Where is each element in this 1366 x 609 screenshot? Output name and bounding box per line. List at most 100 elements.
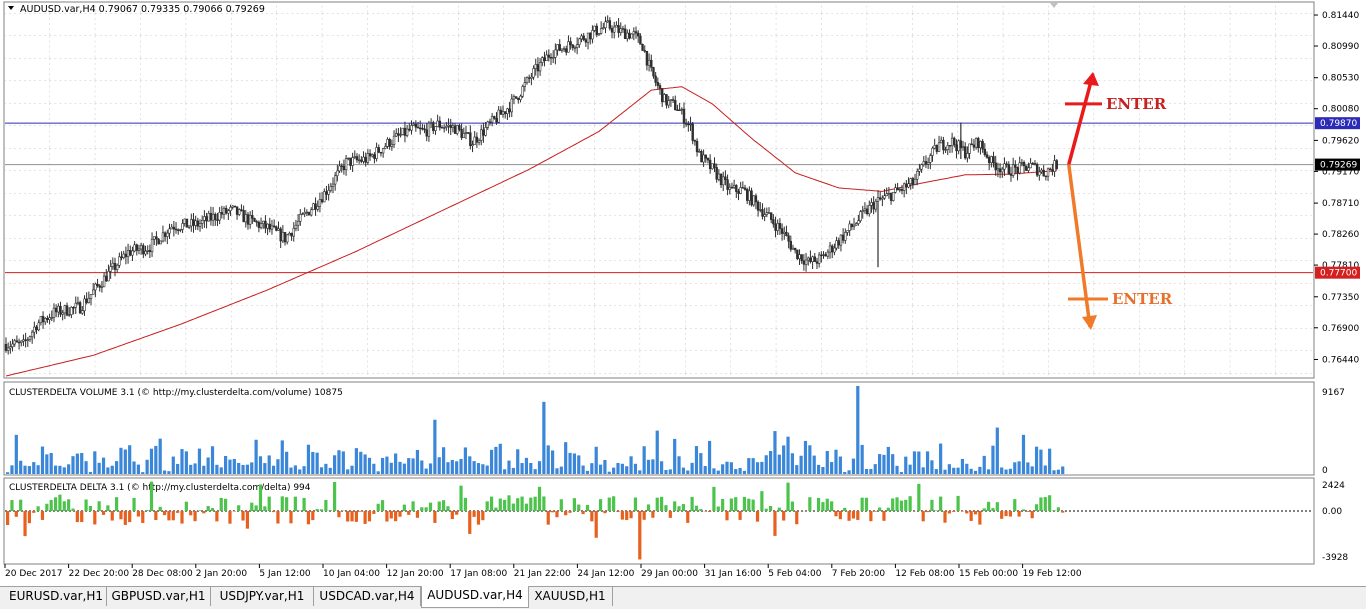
volume-bar	[747, 458, 750, 474]
volume-bar	[141, 472, 144, 474]
time-tick-label: 2 Jan 20:00	[196, 569, 248, 579]
delta-bar	[673, 501, 676, 511]
tab-xauusd-h1[interactable]: XAUUSD,H1	[528, 587, 613, 606]
volume-bar	[342, 451, 345, 474]
tab-eurusd-var-h1[interactable]: EURUSD.var,H1	[6, 587, 107, 606]
delta-bar	[84, 500, 87, 511]
delta-bar	[821, 502, 824, 511]
delta-bar	[778, 508, 781, 511]
delta-bar	[76, 511, 79, 522]
volume-bar	[442, 447, 445, 474]
volume-bar	[891, 454, 894, 474]
volume-bar	[830, 462, 833, 474]
volume-bar	[612, 468, 615, 474]
volume-bar	[15, 435, 18, 474]
delta-bar	[725, 511, 728, 520]
volume-bar	[616, 463, 619, 474]
delta-bar	[534, 497, 537, 511]
volume-bar	[324, 464, 327, 474]
delta-bar	[154, 511, 157, 520]
volume-bar	[551, 450, 554, 474]
delta-bar	[63, 501, 66, 511]
volume-bar	[224, 456, 227, 474]
volume-bar	[350, 466, 353, 474]
candle	[158, 238, 160, 245]
delta-bar	[89, 506, 92, 511]
delta-bar	[281, 496, 284, 511]
delta-bar	[294, 497, 297, 511]
delta-bar	[782, 511, 785, 521]
volume-bar	[390, 463, 393, 474]
volume-bar	[80, 453, 83, 474]
delta-bar	[647, 504, 650, 511]
volume-bar	[1052, 470, 1055, 474]
delta-bar	[887, 508, 890, 511]
delta-bar	[660, 497, 663, 511]
volume-bar	[817, 465, 820, 474]
time-tick-label: 20 Dec 2017	[5, 569, 63, 579]
trading-chart[interactable]: 0.814400.809900.805300.800800.796200.791…	[0, 0, 1366, 586]
delta-bar	[32, 511, 35, 513]
delta-bar	[459, 486, 462, 511]
volume-bar	[874, 464, 877, 474]
volume-bar	[756, 462, 759, 474]
volume-bar	[115, 461, 118, 474]
time-tick-label: 29 Jan 00:00	[641, 569, 698, 579]
volume-bar	[782, 445, 785, 474]
volume-bar	[887, 447, 890, 474]
volume-bar	[712, 468, 715, 474]
delta-bar	[621, 511, 624, 520]
delta-bar	[398, 511, 401, 517]
volume-bar	[629, 456, 632, 474]
delta-zero-label: 0.00	[1322, 507, 1342, 517]
candle	[663, 93, 665, 102]
volume-bar	[1061, 466, 1064, 474]
delta-bar	[390, 511, 393, 518]
volume-bar	[935, 469, 938, 474]
volume-bar	[520, 463, 523, 474]
delta-bar	[577, 505, 580, 511]
delta-bar	[141, 511, 144, 523]
delta-bar	[930, 500, 933, 511]
delta-bar	[316, 509, 319, 511]
tab-usdjpy-var-h1[interactable]: USDJPY.var,H1	[211, 587, 314, 606]
volume-bar	[1039, 450, 1042, 474]
delta-bar	[935, 510, 938, 511]
delta-bar	[198, 510, 201, 511]
price-tick-label: 0.81440	[1322, 11, 1359, 21]
volume-bar	[595, 447, 598, 474]
volume-bar	[1026, 462, 1029, 474]
volume-bar	[865, 469, 868, 474]
volume-bar	[647, 460, 650, 474]
tab-gbpusd-var-h1[interactable]: GBPUSD.var,H1	[107, 587, 211, 606]
volume-bar	[987, 469, 990, 474]
volume-bar	[708, 441, 711, 474]
delta-bar	[202, 511, 205, 513]
volume-bar	[189, 465, 192, 474]
delta-bar	[948, 511, 951, 513]
delta-bar	[10, 500, 13, 511]
delta-bar	[882, 511, 885, 521]
delta-bar	[512, 504, 515, 511]
delta-bar	[355, 511, 358, 522]
delta-bar	[346, 511, 349, 522]
volume-bar	[529, 463, 532, 474]
volume-bar	[481, 464, 484, 474]
volume-bar	[89, 472, 92, 474]
volume-bar	[917, 452, 920, 474]
volume-bar	[294, 465, 297, 474]
delta-bar	[337, 511, 340, 517]
volume-bar	[128, 445, 131, 474]
delta-bar	[320, 509, 323, 511]
delta-bar	[189, 511, 192, 515]
delta-bar	[603, 511, 606, 513]
candle	[186, 219, 188, 227]
volume-bar	[804, 441, 807, 474]
enter-up-label: ENTER	[1106, 95, 1167, 113]
volume-bar	[163, 470, 166, 474]
delta-bar	[329, 510, 332, 511]
delta-bar	[1031, 511, 1034, 518]
delta-bar	[952, 511, 955, 512]
tab-usdcad-var-h4[interactable]: USDCAD.var,H4	[314, 587, 421, 606]
tab-audusd-var-h4[interactable]: AUDUSD.var,H4	[421, 586, 529, 608]
